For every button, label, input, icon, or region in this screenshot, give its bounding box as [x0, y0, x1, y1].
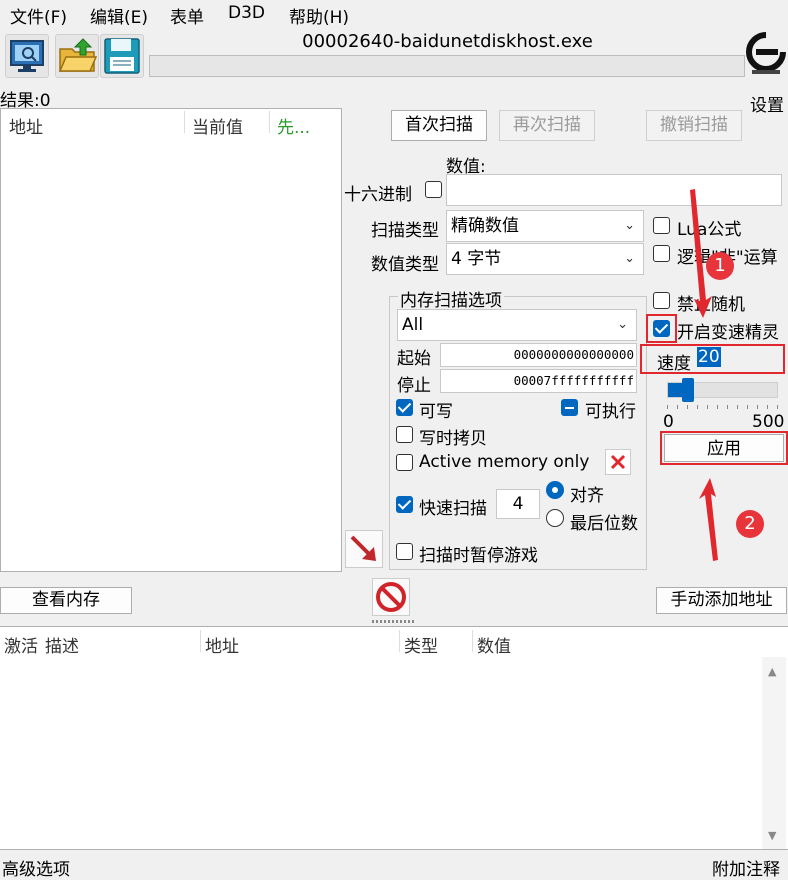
address-col-value[interactable]: 数值: [477, 632, 511, 657]
address-col-active[interactable]: 激活: [4, 632, 38, 657]
add-address-button[interactable]: 手动添加地址: [656, 587, 787, 614]
address-col-type[interactable]: 类型: [404, 632, 438, 657]
arrow-down-right-icon: [350, 535, 376, 561]
scroll-down-icon[interactable]: ▼: [768, 829, 776, 842]
column-divider: [200, 630, 201, 652]
address-col-description[interactable]: 描述: [45, 632, 79, 657]
stop-button[interactable]: [372, 578, 410, 616]
scroll-up-icon[interactable]: ▲: [768, 665, 776, 678]
column-divider: [399, 630, 400, 652]
status-bar: 高级选项 附加注释: [0, 850, 788, 880]
add-to-list-button[interactable]: [345, 530, 383, 568]
advanced-options-link[interactable]: 高级选项: [2, 855, 70, 880]
address-col-address[interactable]: 地址: [205, 632, 239, 657]
no-entry-icon: [376, 582, 406, 612]
splitter-grip[interactable]: [372, 620, 414, 623]
address-list[interactable]: 激活 描述 地址 类型 数值 ▲ ▼: [0, 626, 788, 850]
annotation-badge-1: 1: [706, 252, 734, 280]
table-extras-link[interactable]: 附加注释: [712, 855, 780, 880]
annotation-badge-2: 2: [736, 510, 764, 538]
vertical-scrollbar[interactable]: ▲ ▼: [762, 657, 786, 849]
view-memory-button[interactable]: 查看内存: [0, 587, 132, 614]
column-divider: [472, 630, 473, 652]
